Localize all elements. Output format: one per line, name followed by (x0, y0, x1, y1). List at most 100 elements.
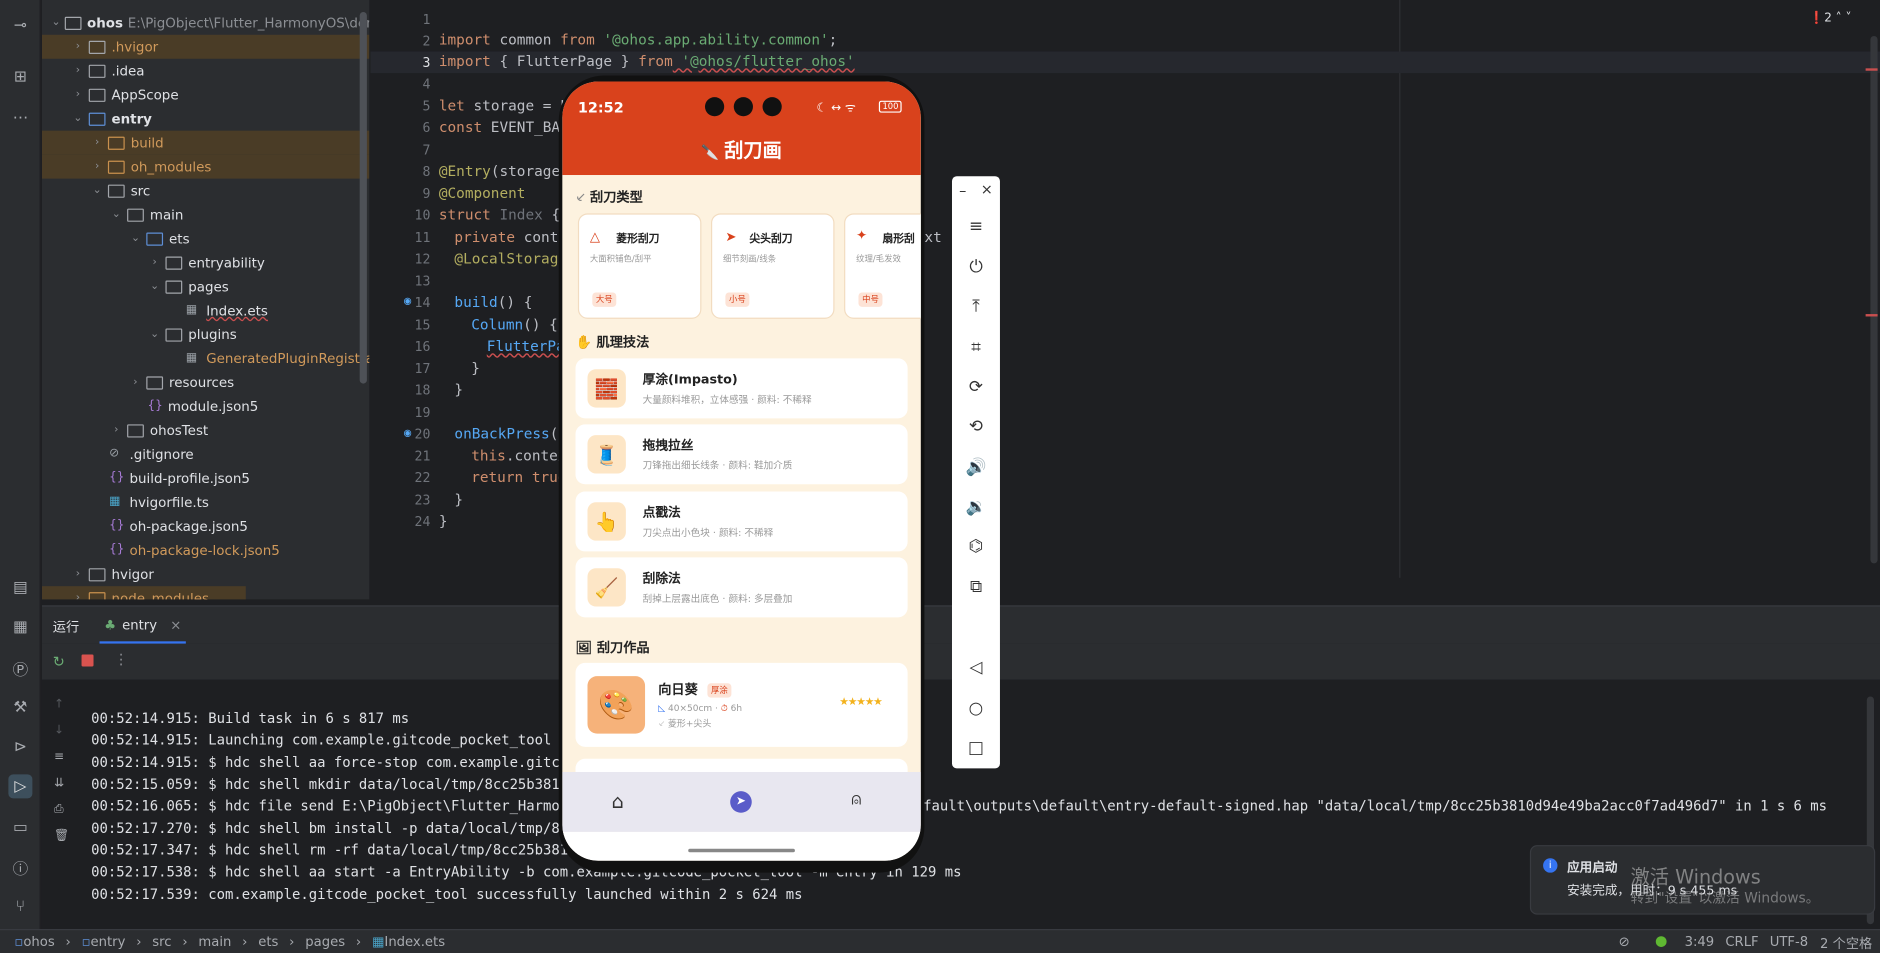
knife-type-card[interactable]: ➤ 尖头刮刀 细节刻画/线条 小号 (710, 213, 835, 319)
tree-item[interactable]: {} module.json5 (42, 394, 369, 418)
tree-item[interactable]: ⌄ pages (42, 275, 369, 299)
knife-type-card[interactable]: ✦ 扇形刮 纹理/毛发效 中号 (844, 213, 921, 319)
gutter-run-icon[interactable]: ◉ (404, 295, 411, 308)
recents-icon[interactable]: □ (963, 735, 989, 761)
artwork-card[interactable]: 🎨 向日葵 厚涂 ◺ 40×50cm · ⏱ 6h ⸔ 菱形+尖头 ★★★★★ (575, 662, 908, 747)
breadcrumb-item[interactable]: ▫entry (82, 934, 126, 950)
back-icon[interactable]: ◁ (963, 655, 989, 681)
tree-item[interactable]: › ohosTest (42, 418, 369, 442)
tree-item[interactable]: › entryability (42, 251, 369, 275)
editor-scrollbar[interactable] (1870, 35, 1878, 564)
build-icon[interactable]: ⚒ (8, 695, 32, 719)
knife-type-card[interactable]: △ 菱形刮刀 大面积铺色/刮平 大号 (577, 213, 702, 319)
technique-item[interactable]: 👆 点戳法 刀尖点出小色块 · 颜料: 不稀释 (575, 491, 908, 552)
tree-item[interactable]: › node_modules (41, 586, 246, 600)
technique-item[interactable]: 🧵 拖拽拉丝 刀锋拖出细长线条 · 颜料: 鞋加介质 (575, 424, 908, 485)
volume-up-icon[interactable]: 🔊 (963, 454, 989, 480)
screenshot-icon[interactable]: ⧉ (963, 574, 989, 600)
section-techniques: ✋ 肌理技法 (576, 332, 650, 351)
indent-setting[interactable]: 2 个空格 (1820, 934, 1872, 953)
terminal-icon[interactable]: ▭ (8, 815, 32, 839)
home-icon[interactable]: ○ (963, 695, 989, 721)
home-indicator[interactable] (688, 848, 795, 853)
tree-item[interactable]: ▦ GeneratedPluginRegistrant.e (42, 346, 369, 370)
stop-icon[interactable] (81, 654, 94, 667)
breadcrumb-item[interactable]: src (152, 934, 171, 950)
breadcrumb-item[interactable]: ▦Index.ets (372, 934, 445, 950)
console-line: 00:52:15.059: $ hdc shell mkdir data/loc… (91, 775, 577, 793)
wrap-icon[interactable]: ≡ (54, 744, 69, 770)
tree-item[interactable]: {} oh-package.json5 (42, 514, 369, 538)
tree-item[interactable]: › hvigor (42, 562, 369, 586)
problems-indicator[interactable]: ❗2 ˄ ˅ (1809, 12, 1851, 25)
tree-item[interactable]: ⌄ ets (42, 227, 369, 251)
tree-item[interactable]: › oh_modules (41, 154, 370, 179)
line-number: 5 (422, 98, 431, 114)
services-icon[interactable]: ⊳ (8, 735, 32, 759)
technique-item[interactable]: 🧹 刮除法 刮掉上层露出底色 · 颜料: 多层叠加 (575, 557, 908, 618)
artwork-badge: 厚涂 (707, 683, 732, 698)
tree-item[interactable]: ⌄ entry (42, 107, 369, 131)
tab-entry[interactable]: ♣ entry × (104, 617, 181, 633)
breadcrumb-item[interactable]: pages (305, 934, 345, 950)
line-separator[interactable]: CRLF (1725, 934, 1758, 950)
crop-icon[interactable]: ⌗ (963, 334, 989, 360)
file-encoding[interactable]: UTF-8 (1770, 934, 1808, 950)
breadcrumb-item[interactable]: ets (258, 934, 278, 950)
bookmark-icon[interactable]: ▤ (8, 575, 32, 599)
problems-icon[interactable]: ⓘ (8, 855, 32, 879)
volume-down-icon[interactable]: 🔉 (963, 494, 989, 520)
home-icon[interactable]: ⌂ (611, 790, 623, 813)
breadcrumb-item[interactable]: main (198, 934, 231, 950)
more-icon[interactable]: ⋮ (114, 651, 128, 668)
breadcrumb-item[interactable]: ▫ohos (14, 934, 54, 950)
profile-icon[interactable]: ⍝ (851, 790, 861, 809)
more-icon[interactable]: ⋯ (8, 105, 32, 129)
database-icon[interactable]: ▦ (8, 615, 32, 639)
tree-item[interactable]: › AppScope (42, 83, 369, 107)
tree-item[interactable]: ⌄ plugins (42, 322, 369, 346)
tree-item[interactable]: {} build-profile.json5 (42, 466, 369, 490)
tree-item[interactable]: › .idea (42, 59, 369, 83)
tree-item[interactable]: ⌄ main (42, 203, 369, 227)
gutter-run-icon[interactable]: ◉ (404, 427, 411, 440)
tree-scrollbar[interactable] (359, 11, 367, 384)
line-number: 18 (414, 382, 431, 398)
down-icon[interactable]: ↓ (54, 718, 69, 744)
right-margin-guide (1399, 0, 1401, 578)
profile-icon[interactable]: Ⓟ (8, 656, 32, 680)
technique-item[interactable]: 🧱 厚涂(Impasto) 大量颜料堆积，立体感强 · 颜料: 不稀释 (575, 358, 908, 419)
close-icon[interactable]: × (981, 181, 993, 198)
tree-item[interactable]: ▦ Index.ets (42, 298, 369, 322)
git-icon[interactable]: ⑂ (8, 894, 32, 918)
tree-item[interactable]: ▦ hvigorfile.ts (42, 490, 369, 514)
trash-icon[interactable]: 🗑 (54, 824, 69, 850)
tree-item[interactable]: ⊘ .gitignore (42, 442, 369, 466)
caret-position[interactable]: 3:49 (1685, 934, 1715, 950)
rerun-icon[interactable]: ↻ (53, 653, 65, 670)
upload-icon[interactable]: ⤒ (963, 294, 989, 320)
rotate-ccw-icon[interactable]: ⟲ (963, 414, 989, 440)
shake-icon[interactable]: ⌬ (963, 533, 989, 559)
compass-icon[interactable]: ➤ (730, 791, 752, 813)
print-icon[interactable]: ⎙ (54, 797, 69, 823)
memory-icon[interactable]: ⊘ (1619, 934, 1630, 950)
console-line: 00:52:14.915: Build task in 6 s 817 ms (91, 709, 410, 727)
minimize-icon[interactable]: – (959, 182, 966, 199)
commit-icon[interactable]: ⊸ (8, 13, 32, 37)
tree-item[interactable]: › .hvigor (41, 34, 370, 59)
app-screen[interactable]: 12:52 ☾ ↔ ᯤ 100 🔪 刮刀画 ⸔ 刮刀类型 △ 菱形刮刀 大面积铺… (562, 81, 921, 861)
run-icon[interactable]: ▷ (8, 774, 33, 799)
tree-item[interactable]: ⌄ src (42, 179, 369, 203)
tree-root[interactable]: ⌄ ohos E:\PigObject\Flutter_HarmonyOS\de… (42, 11, 370, 35)
close-icon[interactable]: × (170, 617, 181, 633)
menu-icon[interactable]: ≡ (963, 213, 989, 239)
power-icon[interactable]: ⏻ (963, 254, 989, 280)
tree-item[interactable]: › build (41, 130, 370, 155)
up-icon[interactable]: ↑ (54, 692, 69, 718)
scroll-end-icon[interactable]: ⇊ (54, 771, 69, 797)
tree-item[interactable]: {} oh-package-lock.json5 (42, 538, 369, 562)
structure-icon[interactable]: ⊞ (8, 65, 32, 89)
rotate-icon[interactable]: ⟳ (963, 374, 989, 400)
tree-item[interactable]: › resources (42, 370, 369, 394)
